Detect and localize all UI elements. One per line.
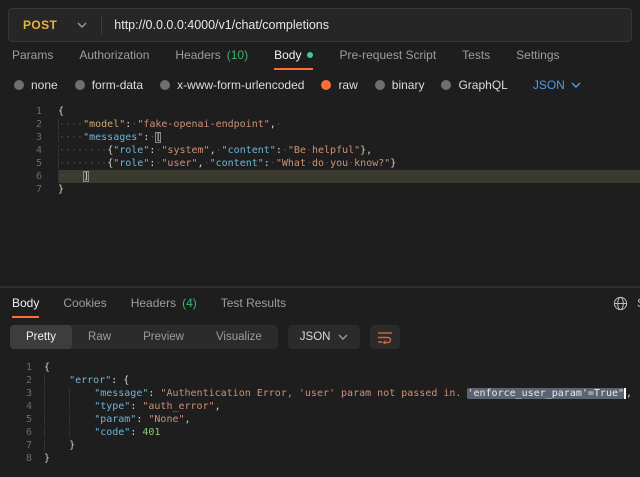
tab-params[interactable]: Params [12,40,53,70]
code-line-text: "message": "Authentication Error, 'user'… [44,387,640,400]
line-number: 4 [0,400,44,413]
code-line-text: ····] [58,170,640,183]
url-input-container: POST http://0.0.0.0:4000/v1/chat/complet… [8,8,632,42]
code-line[interactable]: 3····"messages":·[ [0,131,640,144]
line-number: 3 [0,387,44,400]
view-preview[interactable]: Preview [127,325,200,349]
code-line-text: ········{"role":·"user",·"content":·"Wha… [58,157,640,170]
code-line-text: } [58,183,640,196]
line-number: 6 [0,426,44,439]
code-line[interactable]: 1{ [0,361,640,374]
view-raw[interactable]: Raw [72,325,127,349]
response-tab-cookies[interactable]: Cookies [63,288,106,318]
view-pretty[interactable]: Pretty [10,325,72,349]
code-line[interactable]: 4 "type": "auth_error", [0,400,640,413]
line-number: 6 [0,170,58,183]
code-line-text: { [44,361,640,374]
line-number: 7 [0,439,44,452]
request-language-dropdown[interactable]: JSON [533,78,581,92]
code-line-text: "type": "auth_error", [44,400,640,413]
line-number: 2 [0,118,58,131]
view-visualize[interactable]: Visualize [200,325,278,349]
code-line-text: } [44,452,640,465]
line-number: 1 [0,105,58,118]
request-body-editor[interactable]: 1{2····"model":·"fake-openai-endpoint",·… [0,100,640,287]
mode-radio-form-data[interactable]: form-data [75,78,143,92]
code-line[interactable]: 8} [0,452,640,465]
tab-authorization[interactable]: Authorization [79,40,149,70]
chevron-down-icon [571,82,581,88]
code-line[interactable]: 6 "code": 401 [0,426,640,439]
code-line-text: ····"model":·"fake-openai-endpoint",· [58,118,640,131]
mode-radio-none[interactable]: none [14,78,58,92]
code-line[interactable]: 3 "message": "Authentication Error, 'use… [0,387,640,400]
line-number: 5 [0,157,58,170]
code-line[interactable]: 6····] [0,170,640,183]
line-number: 1 [0,361,44,374]
response-body-editor[interactable]: 1{2 "error": {3 "message": "Authenticati… [0,356,640,477]
open-in-web-button[interactable] [613,296,628,311]
line-number: 2 [0,374,44,387]
tab-pre-request-script[interactable]: Pre-request Script [339,40,436,70]
response-toolbar: Pretty Raw Preview Visualize JSON [0,318,640,356]
code-line-text: "error": { [44,374,640,387]
wrap-text-button[interactable] [370,325,400,349]
code-line[interactable]: 2····"model":·"fake-openai-endpoint",· [0,118,640,131]
mode-radio-raw[interactable]: raw [321,78,357,92]
chevron-down-icon [77,22,87,28]
code-line[interactable]: 4········{"role":·"system",·"content":·"… [0,144,640,157]
response-view-switch: Pretty Raw Preview Visualize [10,325,278,349]
code-line[interactable]: 7} [0,183,640,196]
code-line-text: "code": 401 [44,426,640,439]
response-tab-test-results[interactable]: Test Results [221,288,286,318]
line-number: 7 [0,183,58,196]
line-number: 4 [0,144,58,157]
radio-icon [441,80,451,90]
tab-headers[interactable]: Headers(10) [175,40,248,70]
postman-window: POST http://0.0.0.0:4000/v1/chat/complet… [0,0,640,477]
response-headers-count: (4) [182,296,197,310]
body-mode-row: none form-data x-www-form-urlencoded raw… [0,70,640,100]
code-line-text: "param": "None", [44,413,640,426]
code-line[interactable]: 2 "error": { [0,374,640,387]
code-line-text: { [58,105,640,118]
mode-radio-graphql[interactable]: GraphQL [441,78,507,92]
code-line[interactable]: 7 } [0,439,640,452]
line-number: 5 [0,413,44,426]
response-tab-headers[interactable]: Headers(4) [131,288,197,318]
radio-icon [160,80,170,90]
body-modified-dot [307,52,313,58]
tab-body[interactable]: Body [274,40,313,70]
headers-count: (10) [227,48,248,62]
url-input[interactable]: http://0.0.0.0:4000/v1/chat/completions [102,18,329,32]
code-line[interactable]: 5········{"role":·"user",·"content":·"Wh… [0,157,640,170]
response-language-dropdown[interactable]: JSON [288,325,361,349]
wrap-text-icon [377,330,393,344]
mode-radio-binary[interactable]: binary [375,78,425,92]
globe-icon [613,296,628,311]
code-line[interactable]: 5 "param": "None", [0,413,640,426]
tab-settings[interactable]: Settings [516,40,559,70]
chevron-down-icon [338,334,348,340]
mode-radio-x-www-form-urlencoded[interactable]: x-www-form-urlencoded [160,78,304,92]
code-line-text: ····"messages":·[ [58,131,640,144]
radio-selected-icon [321,80,331,90]
tab-tests[interactable]: Tests [462,40,490,70]
request-tabs: Params Authorization Headers(10) Body Pr… [0,40,640,70]
code-line-text: } [44,439,640,452]
radio-icon [375,80,385,90]
method-label: POST [23,18,57,32]
code-line[interactable]: 1{ [0,105,640,118]
response-tab-body[interactable]: Body [12,288,39,318]
response-tabs: Body Cookies Headers(4) Test Results S [0,287,640,318]
method-selector[interactable]: POST [9,18,101,32]
radio-icon [14,80,24,90]
line-number: 8 [0,452,44,465]
code-line-text: ········{"role":·"system",·"content":·"B… [58,144,640,157]
radio-icon [75,80,85,90]
line-number: 3 [0,131,58,144]
request-url-bar: POST http://0.0.0.0:4000/v1/chat/complet… [0,0,640,40]
